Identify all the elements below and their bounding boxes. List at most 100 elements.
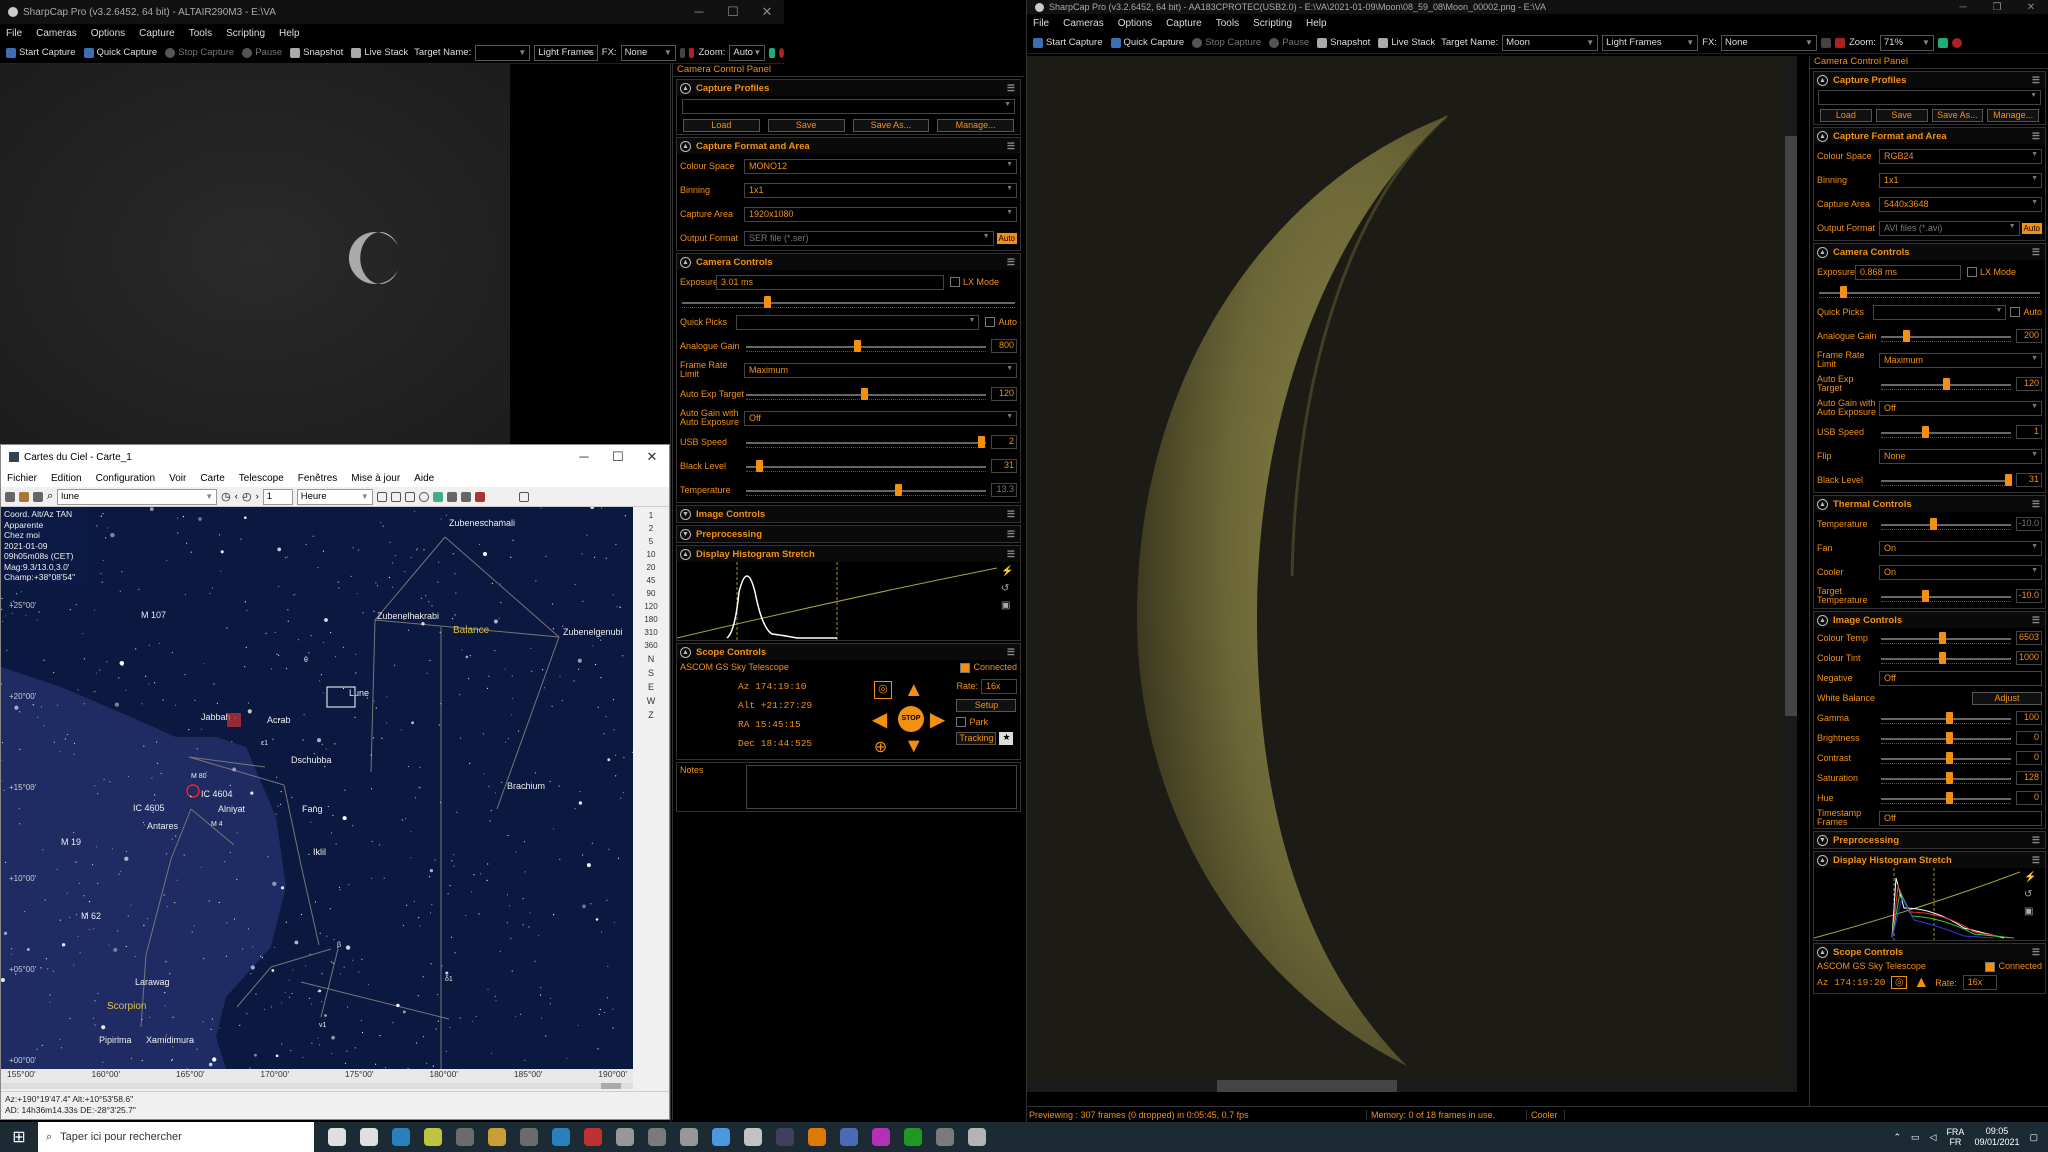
thermal-controls-header[interactable]: ▲ Thermal Controls ☰ [1814,496,2045,512]
manage-button[interactable]: Manage... [937,119,1014,132]
cdc-hscrollbar[interactable] [1,1083,633,1089]
search-icon[interactable]: ⌕ [47,490,53,503]
stop-button[interactable]: STOP [897,705,924,732]
now-icon[interactable]: ◴ [242,490,252,503]
lx-mode-checkbox[interactable]: LX Mode [950,277,999,288]
tray-chevron-icon[interactable]: ⌃ [1893,1132,1901,1143]
usb-speed-slider[interactable] [1879,425,2013,440]
exposure-input[interactable]: 0.868 ms [1855,264,1961,280]
brightness-value[interactable]: 0 [2016,731,2042,745]
lightning-icon[interactable]: ⚡ [2024,872,2036,883]
app-icon[interactable] [648,1128,666,1146]
capture-area-select[interactable]: 1920x1080 ▼ [744,206,1017,222]
fx-select[interactable]: None ▼ [620,44,676,61]
mount-icon[interactable] [460,491,471,502]
minimize-button[interactable]: ─ [682,4,716,20]
auto-gain-select[interactable]: Off ▼ [744,410,1017,426]
star-icon[interactable]: ★ [999,732,1014,746]
black-level-slider[interactable] [1879,473,2013,488]
load-button[interactable]: Load [1820,109,1872,122]
left-preview-area[interactable] [0,64,510,444]
direction-button[interactable]: E [648,682,654,692]
flip-select[interactable]: None ▼ [1879,448,2042,464]
right-zoom-select[interactable]: 71% ▼ [1879,34,1934,51]
app-icon[interactable] [840,1128,858,1146]
target-icon[interactable] [418,491,429,502]
exposure-input[interactable]: 3.01 ms [716,274,944,290]
right-start-capture-button[interactable]: Start Capture [1031,37,1105,48]
fov-button[interactable]: 2 [649,524,653,533]
hue-slider[interactable] [1879,791,2013,806]
zoom-in-icon[interactable] [376,491,387,502]
cdc-menu-item-7[interactable]: Mise à jour [351,473,400,484]
app-icon[interactable] [872,1128,890,1146]
quick-picks-select[interactable]: ▼ [1873,304,2007,320]
fov-button[interactable]: 180 [644,615,657,624]
cdc-maximize-button[interactable]: ☐ [601,449,635,465]
right-menu-item-2[interactable]: Options [1118,18,1152,29]
app-icon[interactable] [776,1128,794,1146]
saturation-slider[interactable] [1879,771,2013,786]
profile-select[interactable]: ▼ [1818,90,2041,105]
menu-icon[interactable]: ☰ [1007,83,1015,94]
focus-icon[interactable] [1951,37,1962,48]
spiral-icon[interactable]: ◎ [1891,976,1908,990]
preprocessing-header[interactable]: ▼ Preprocessing ☰ [1814,832,2045,848]
auto-checkbox[interactable]: Auto [2010,307,2042,318]
prev-icon[interactable]: ‹ [235,491,238,502]
capture-profiles-header[interactable]: ▲ Capture Profiles ☰ [1814,72,2045,88]
clock-icon[interactable]: ◷ [221,490,231,503]
live-stack-button[interactable]: Live Stack [349,47,410,58]
arrow-down-icon[interactable]: ▼ [904,735,924,758]
save-icon[interactable]: ▣ [1001,600,1013,611]
cdc-menu-item-2[interactable]: Configuration [96,473,155,484]
capture-area-select[interactable]: 5440x3648 ▼ [1879,196,2042,212]
direction-button[interactable]: Z [648,710,654,720]
zoom-select[interactable]: Auto ▼ [729,44,766,61]
fov-button[interactable]: 120 [644,602,657,611]
spiral-icon[interactable]: ◎ [873,680,892,699]
list-icon[interactable] [33,491,43,502]
fan-select[interactable]: On ▼ [1879,540,2042,556]
tracking-button[interactable]: Tracking [956,732,997,746]
telescope-icon[interactable] [446,491,457,502]
zoom-out-icon[interactable] [390,491,401,502]
fov-button[interactable]: 5 [649,537,653,546]
left-menu-item-2[interactable]: Options [91,28,125,39]
binning-select[interactable]: 1x1 ▼ [744,182,1017,198]
cdc-menu-item-0[interactable]: Fichier [7,473,37,484]
contrast-slider[interactable] [1879,751,2013,766]
histogram-chart[interactable] [677,562,997,640]
analogue-gain-value[interactable]: 200 [2016,329,2042,343]
direction-button[interactable]: W [647,696,656,706]
maximize-button[interactable]: ☐ [716,4,750,20]
right-frame-type-select[interactable]: Light Frames ▼ [1602,34,1699,51]
rate-select[interactable]: 16x [981,678,1017,694]
gamma-value[interactable]: 100 [2016,711,2042,725]
rgb-histogram-chart[interactable] [1814,868,2020,940]
frame-rate-select[interactable]: Maximum ▼ [744,362,1017,378]
reset-icon[interactable]: ↺ [1001,583,1013,594]
grid-icon[interactable] [679,47,686,58]
stop-capture-button[interactable]: Stop Capture [163,47,236,58]
auto-exp-value[interactable]: 120 [2016,377,2042,391]
fov-button[interactable]: 90 [647,589,656,598]
brightness-slider[interactable] [1879,731,2013,746]
negative-select[interactable]: Off [1879,670,2042,686]
menu-icon[interactable]: ☰ [1007,647,1015,658]
exposure-slider[interactable] [1817,285,2042,300]
right-snapshot-button[interactable]: Snapshot [1315,37,1372,48]
next-icon[interactable]: › [256,491,259,502]
right-menu-item-1[interactable]: Cameras [1063,18,1104,29]
scope-controls-header[interactable]: ▲ Scope Controls ☰ [1814,944,2045,960]
image-controls-header[interactable]: ▲ Image Controls ☰ [1814,612,2045,628]
store-icon[interactable] [520,1128,538,1146]
reticle-icon[interactable] [1834,37,1845,48]
fov-button[interactable]: 20 [647,563,656,572]
arrow-right-icon[interactable]: ▶ [930,707,945,732]
frame-type-select[interactable]: Light Frames ▼ [534,44,598,61]
cdc-search-input[interactable]: lune ▼ [57,488,218,505]
scope-controls-header[interactable]: ▲ Scope Controls ☰ [677,644,1020,660]
right-menu-item-4[interactable]: Tools [1216,18,1239,29]
arrow-left-icon[interactable]: ◀ [872,707,887,732]
